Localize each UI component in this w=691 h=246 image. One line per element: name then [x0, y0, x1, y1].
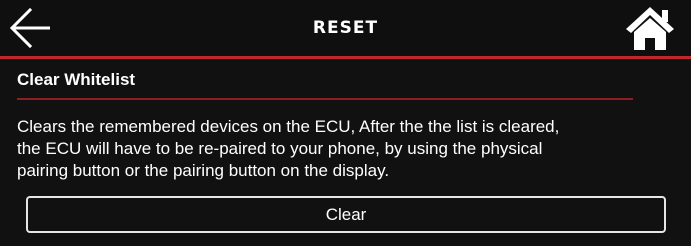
back-button[interactable]	[6, 6, 56, 50]
description-line: Clears the remembered devices on the ECU…	[17, 117, 560, 136]
page-title: RESET	[312, 18, 379, 38]
section-divider	[17, 98, 633, 100]
description-line: pairing button or the pairing button on …	[17, 161, 390, 180]
reset-screen: RESET Clear Whitelist Clears the remembe…	[0, 0, 691, 246]
home-icon	[626, 7, 674, 50]
section-description: Clears the remembered devices on the ECU…	[17, 116, 682, 182]
section-title: Clear Whitelist	[17, 70, 136, 89]
home-button[interactable]	[622, 4, 678, 52]
arrow-left-icon	[9, 7, 50, 49]
description-line: the ECU will have to be re-paired to you…	[17, 139, 543, 158]
header-divider	[0, 56, 691, 59]
clear-button[interactable]: Clear	[26, 196, 666, 233]
header-bar: RESET	[0, 0, 691, 56]
